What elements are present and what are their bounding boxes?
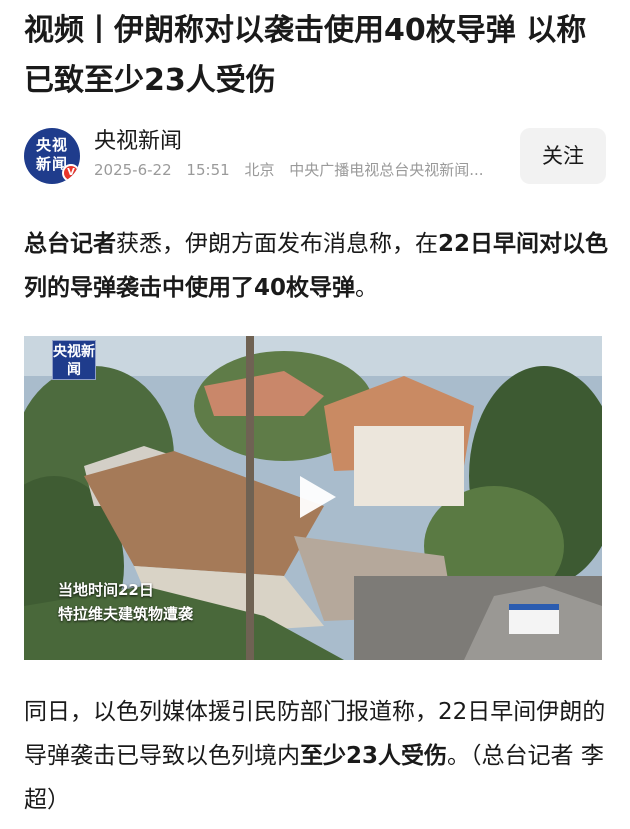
article-paragraph-1: 总台记者获悉，伊朗方面发布消息称，在22日早间对以色列的导弹袭击中使用了40枚导… <box>24 222 610 310</box>
paragraph-1-text-2: 。 <box>355 275 379 301</box>
article-paragraph-2: 同日，以色列媒体援引民防部门报道称，22日早间伊朗的导弹袭击已导致以色列境内至少… <box>24 690 610 822</box>
author-avatar[interactable]: 央视新闻 V <box>24 128 80 184</box>
paragraph-1-text-1: 获悉，伊朗方面发布消息称，在 <box>116 231 438 257</box>
video-player[interactable]: 央视新闻 当地时间22日 特拉维夫建筑物遭袭 <box>24 336 602 660</box>
video-caption-line-2: 特拉维夫建筑物遭袭 <box>58 605 194 623</box>
video-caption: 当地时间22日 特拉维夫建筑物遭袭 <box>58 578 193 626</box>
video-caption-line-1: 当地时间22日 <box>58 581 154 599</box>
article-title: 视频丨伊朗称对以袭击使用40枚导弹 以称已致至少23人受伤 <box>24 13 587 98</box>
author-name[interactable]: 央视新闻 <box>94 128 182 156</box>
author-row: 央视新闻 V 央视新闻 2025-6-22 15:51 北京 中央广播电视总台央… <box>24 128 606 186</box>
publish-source: 中央广播电视总台央视新闻... <box>289 161 484 179</box>
play-icon[interactable] <box>292 474 338 520</box>
video-channel-badge: 央视新闻 <box>52 340 96 380</box>
paragraph-2-bold-fact: 至少23人受伤 <box>300 743 448 769</box>
reporter-lead: 总台记者 <box>24 231 116 257</box>
publish-location: 北京 <box>244 161 275 179</box>
verified-icon: V <box>62 164 80 182</box>
publish-time: 15:51 <box>186 161 230 179</box>
article-meta: 2025-6-22 15:51 北京 中央广播电视总台央视新闻... <box>94 160 504 180</box>
follow-button[interactable]: 关注 <box>520 128 606 184</box>
publish-date: 2025-6-22 <box>94 161 172 179</box>
